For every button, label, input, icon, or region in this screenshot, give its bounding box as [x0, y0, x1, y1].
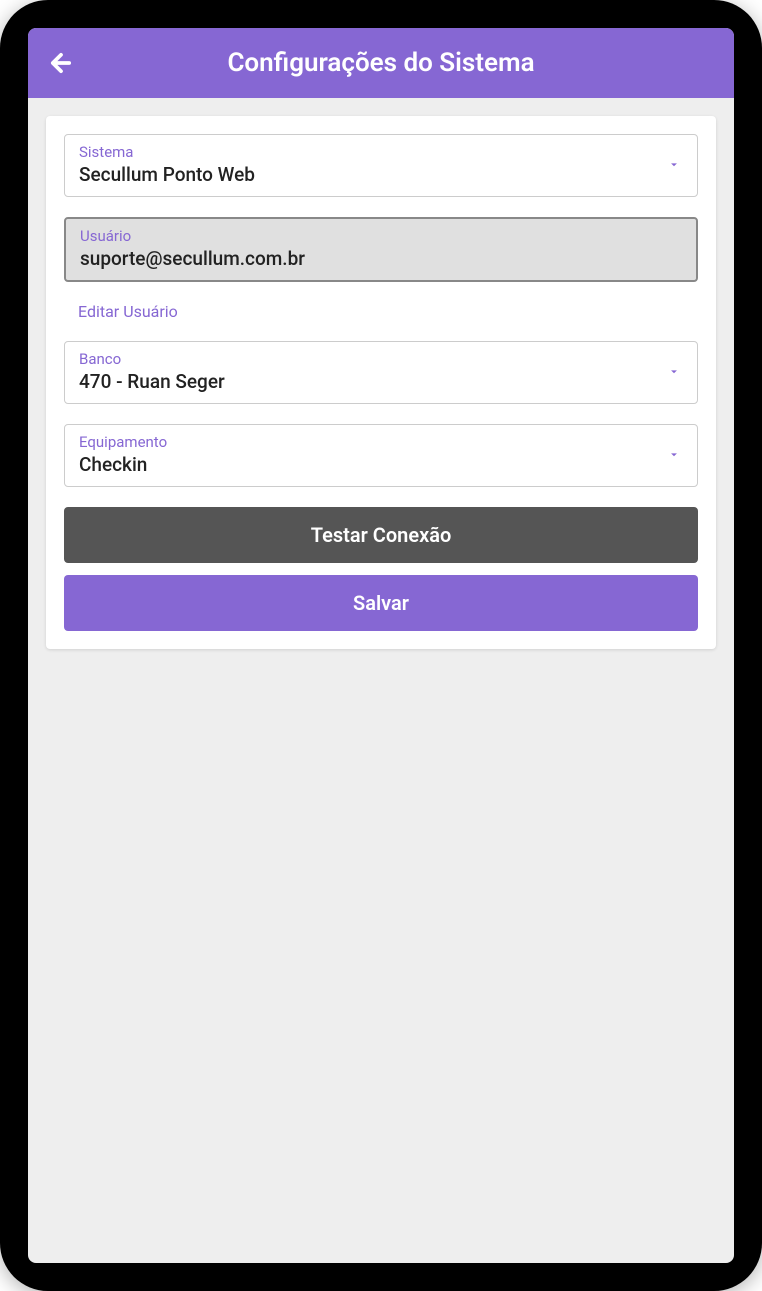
- back-button[interactable]: [46, 48, 76, 78]
- usuario-value: suporte@secullum.com.br: [80, 247, 682, 270]
- equipamento-label: Equipamento: [79, 433, 683, 451]
- button-label: Testar Conexão: [311, 523, 452, 547]
- banco-value: 470 - Ruan Seger: [79, 370, 683, 393]
- settings-card: Sistema Secullum Ponto Web Usuário supor…: [46, 116, 716, 649]
- editar-usuario-link[interactable]: Editar Usuário: [64, 302, 698, 341]
- sistema-value: Secullum Ponto Web: [79, 163, 683, 186]
- banco-label: Banco: [79, 350, 683, 368]
- equipamento-value: Checkin: [79, 453, 683, 476]
- arrow-left-icon: [47, 49, 75, 77]
- chevron-down-icon: [667, 363, 681, 382]
- content-area: Sistema Secullum Ponto Web Usuário supor…: [28, 98, 734, 1263]
- chevron-down-icon: [667, 446, 681, 465]
- usuario-label: Usuário: [80, 227, 682, 245]
- usuario-field: Usuário suporte@secullum.com.br: [64, 217, 698, 282]
- testar-conexao-button[interactable]: Testar Conexão: [64, 507, 698, 563]
- equipamento-select[interactable]: Equipamento Checkin: [64, 424, 698, 487]
- sistema-select[interactable]: Sistema Secullum Ponto Web: [64, 134, 698, 197]
- tablet-frame: Configurações do Sistema Sistema Secullu…: [0, 0, 762, 1291]
- page-title: Configurações do Sistema: [227, 48, 534, 78]
- sistema-label: Sistema: [79, 143, 683, 161]
- banco-select[interactable]: Banco 470 - Ruan Seger: [64, 341, 698, 404]
- screen: Configurações do Sistema Sistema Secullu…: [28, 28, 734, 1263]
- button-label: Salvar: [353, 591, 409, 615]
- salvar-button[interactable]: Salvar: [64, 575, 698, 631]
- chevron-down-icon: [667, 156, 681, 175]
- app-header: Configurações do Sistema: [28, 28, 734, 98]
